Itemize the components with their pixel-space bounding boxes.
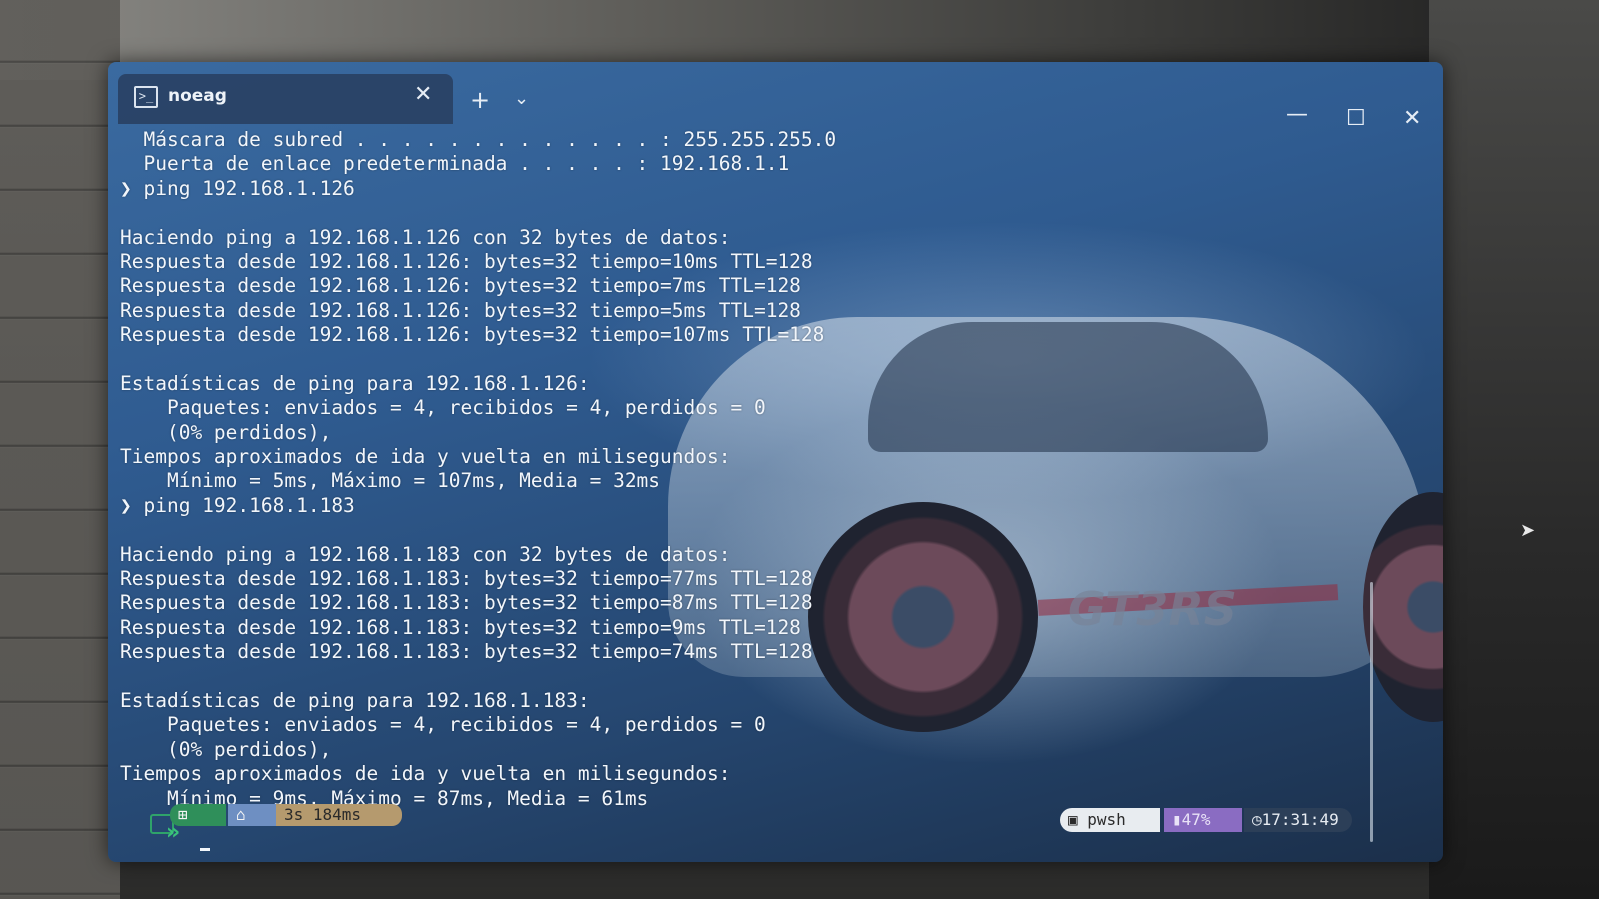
clock-time: 17:31:49 [1261,810,1339,829]
tab-noeag[interactable]: >_ noeag ✕ [118,74,453,124]
terminal-line: Respuesta desde 192.168.1.183: bytes=32 … [120,640,813,664]
scrollbar[interactable] [1370,582,1373,842]
close-window-button[interactable]: ✕ [1403,106,1421,131]
terminal-line: Respuesta desde 192.168.1.126: bytes=32 … [120,323,825,347]
terminal-icon: >_ [134,86,158,108]
clock-icon: ◷ [1252,810,1262,829]
terminal-line: Paquetes: enviados = 4, recibidos = 4, p… [120,713,766,737]
tab-title: noeag [168,86,227,106]
terminal-line: Respuesta desde 192.168.1.126: bytes=32 … [120,249,813,273]
terminal-line: Estadísticas de ping para 192.168.1.183: [120,688,590,712]
terminal-line: (0% perdidos), [120,737,332,761]
terminal-line: ❯ ping 192.168.1.126 [120,176,355,200]
terminal-line: Respuesta desde 192.168.1.183: bytes=32 … [120,591,813,615]
battery-level: 47% [1181,810,1211,829]
battery-icon: ▮ [1172,810,1182,829]
command-duration: 3s 184ms [276,804,402,826]
text-cursor [200,848,210,851]
battery-badge: ▮47% [1164,808,1242,832]
maximize-button[interactable]: ☐ [1346,106,1366,131]
wallpaper-left [0,0,120,899]
shell-name: pwsh [1087,810,1126,829]
terminal-line: Tiempos aproximados de ida y vuelta en m… [120,445,731,469]
terminal-line: Paquetes: enviados = 4, recibidos = 4, p… [120,396,766,420]
mouse-pointer-icon: ➤ [1520,520,1536,541]
home-icon: ⌂ [228,804,280,826]
terminal-line: Respuesta desde 192.168.1.126: bytes=32 … [120,274,801,298]
terminal-line: Haciendo ping a 192.168.1.183 con 32 byt… [120,542,731,566]
windows-icon: ⊞ [170,804,226,826]
close-tab-icon[interactable]: ✕ [414,82,432,107]
terminal-line: Respuesta desde 192.168.1.126: bytes=32 … [120,298,801,322]
terminal-line: ❯ ping 192.168.1.183 [120,493,355,517]
terminal-line: Respuesta desde 192.168.1.183: bytes=32 … [120,615,801,639]
terminal-line: Respuesta desde 192.168.1.183: bytes=32 … [120,567,813,591]
new-tab-button[interactable]: + [470,86,490,114]
wallpaper-right [1429,0,1599,899]
terminal-line: Puerta de enlace predeterminada . . . . … [120,152,790,176]
tab-bar: >_ noeag ✕ + ⌄ — ☐ ✕ [108,62,1443,132]
terminal-line: Máscara de subred . . . . . . . . . . . … [120,128,837,151]
terminal-window: GT3RS >_ noeag ✕ + ⌄ — ☐ ✕ Máscara de su… [108,62,1443,862]
terminal-line: Tiempos aproximados de ida y vuelta en m… [120,762,731,786]
terminal-icon: ▣ [1068,810,1088,829]
terminal-line: Mínimo = 5ms, Máximo = 107ms, Media = 32… [120,469,661,493]
terminal-line: (0% perdidos), [120,420,332,444]
clock-badge: ◷17:31:49 [1244,808,1352,832]
terminal-output[interactable]: Máscara de subred . . . . . . . . . . . … [120,128,1320,811]
minimize-button[interactable]: — [1286,102,1308,127]
terminal-line: Haciendo ping a 192.168.1.126 con 32 byt… [120,225,731,249]
terminal-line: Estadísticas de ping para 192.168.1.126: [120,371,590,395]
chevron-down-icon[interactable]: ⌄ [514,88,529,109]
shell-badge: ▣ pwsh [1060,808,1160,832]
